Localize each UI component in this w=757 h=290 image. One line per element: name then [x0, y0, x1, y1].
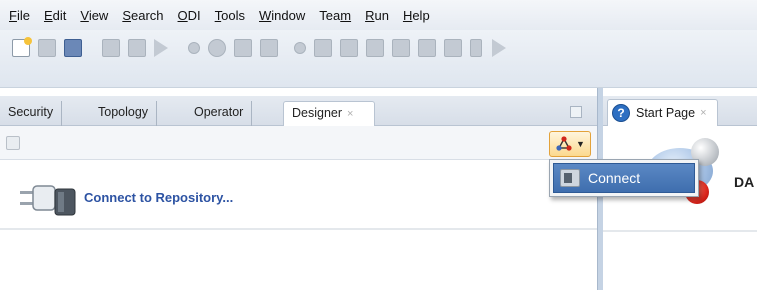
- navigator-tabs: Security Topology Operator Designer ×: [0, 96, 597, 126]
- menu-run[interactable]: Run: [358, 8, 396, 23]
- step-out-icon[interactable]: [366, 39, 384, 57]
- editor-tabs: ? Start Page ×: [603, 96, 757, 126]
- debug-icon[interactable]: [208, 39, 226, 57]
- menu-edit[interactable]: Edit: [37, 8, 73, 23]
- step-into-icon[interactable]: [340, 39, 358, 57]
- tab-security[interactable]: Security: [0, 101, 63, 126]
- connection-icon: [556, 136, 572, 151]
- main-toolbar: [0, 30, 757, 88]
- menu-search[interactable]: Search: [115, 8, 170, 23]
- tab-start-page[interactable]: ? Start Page ×: [607, 99, 718, 126]
- connect-icon: [560, 169, 580, 187]
- menu-window[interactable]: Window: [252, 8, 312, 23]
- divider: [603, 230, 757, 232]
- start-page-title: DA: [734, 174, 755, 190]
- save-icon[interactable]: [38, 39, 56, 57]
- start-page: DA: [603, 126, 757, 290]
- deploy-icon[interactable]: [234, 39, 252, 57]
- copy-icon[interactable]: [128, 39, 146, 57]
- menu-bar: File Edit View Search ODI Tools Window T…: [0, 0, 757, 30]
- menu-team[interactable]: Team: [312, 8, 358, 23]
- suspend-icon[interactable]: [444, 39, 462, 57]
- continue-icon[interactable]: [492, 39, 506, 57]
- run-icon[interactable]: [154, 39, 168, 57]
- tab-topology[interactable]: Topology: [90, 101, 158, 126]
- cut-icon[interactable]: [102, 39, 120, 57]
- step-icon[interactable]: [294, 42, 306, 54]
- pause-icon[interactable]: [470, 39, 482, 57]
- close-icon[interactable]: ×: [700, 107, 706, 119]
- breakpoint-icon[interactable]: [188, 42, 200, 54]
- save-all-icon[interactable]: [64, 39, 82, 57]
- minimize-icon[interactable]: [570, 106, 582, 118]
- tab-designer[interactable]: Designer ×: [283, 101, 375, 126]
- connect-menu-button[interactable]: ▼: [549, 131, 591, 157]
- plug-icon: [20, 185, 76, 216]
- connect-menu-item[interactable]: Connect: [553, 163, 695, 193]
- panel-toolbar: ▼: [0, 126, 597, 160]
- step-end-icon[interactable]: [392, 39, 410, 57]
- percent-icon[interactable]: [260, 39, 278, 57]
- refresh-icon[interactable]: [6, 136, 20, 150]
- connect-dropdown: Connect: [549, 159, 699, 197]
- resume-icon[interactable]: [418, 39, 436, 57]
- menu-view[interactable]: View: [73, 8, 115, 23]
- step-over-icon[interactable]: [314, 39, 332, 57]
- menu-file[interactable]: File: [2, 8, 37, 23]
- close-icon[interactable]: ×: [347, 108, 353, 120]
- menu-odi[interactable]: ODI: [171, 8, 208, 23]
- designer-panel: ▼ Connect to Repository...: [0, 126, 597, 290]
- chevron-down-icon: ▼: [576, 139, 585, 149]
- tab-operator[interactable]: Operator: [186, 101, 253, 126]
- menu-help[interactable]: Help: [396, 8, 437, 23]
- new-icon[interactable]: [12, 37, 32, 57]
- connect-to-repository-link[interactable]: Connect to Repository...: [84, 190, 233, 205]
- connect-repository-row[interactable]: Connect to Repository...: [0, 160, 597, 230]
- menu-tools[interactable]: Tools: [208, 8, 252, 23]
- help-icon: ?: [612, 104, 630, 122]
